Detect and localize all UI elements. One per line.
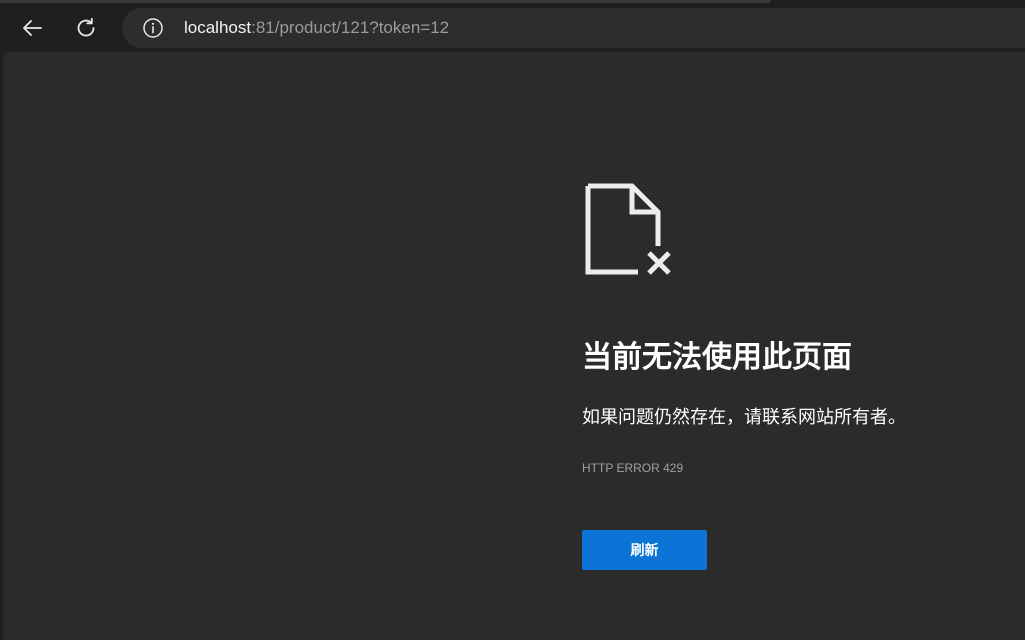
refresh-button[interactable]: 刷新	[582, 530, 707, 570]
browser-toolbar: localhost:81/product/121?token=12	[0, 6, 1025, 50]
reload-icon	[77, 17, 95, 37]
address-bar[interactable]: localhost:81/product/121?token=12	[122, 8, 1025, 48]
url-path: :81/product/121?token=12	[251, 18, 450, 37]
info-icon	[143, 18, 163, 38]
url-text[interactable]: localhost:81/product/121?token=12	[184, 8, 449, 48]
back-arrow-icon	[23, 20, 42, 36]
reload-button[interactable]	[66, 8, 106, 48]
error-message: 如果问题仍然存在，请联系网站所有者。	[582, 407, 906, 427]
error-heading: 当前无法使用此页面	[582, 341, 852, 374]
error-code: HTTP ERROR 429	[582, 461, 684, 475]
url-host: localhost	[184, 18, 252, 37]
page-content: 当前无法使用此页面 如果问题仍然存在，请联系网站所有者。 HTTP ERROR …	[3, 52, 1025, 640]
tab-remnant	[0, 0, 770, 3]
site-info-button[interactable]	[142, 17, 164, 39]
back-button[interactable]	[12, 8, 52, 48]
broken-document-icon	[585, 183, 671, 275]
